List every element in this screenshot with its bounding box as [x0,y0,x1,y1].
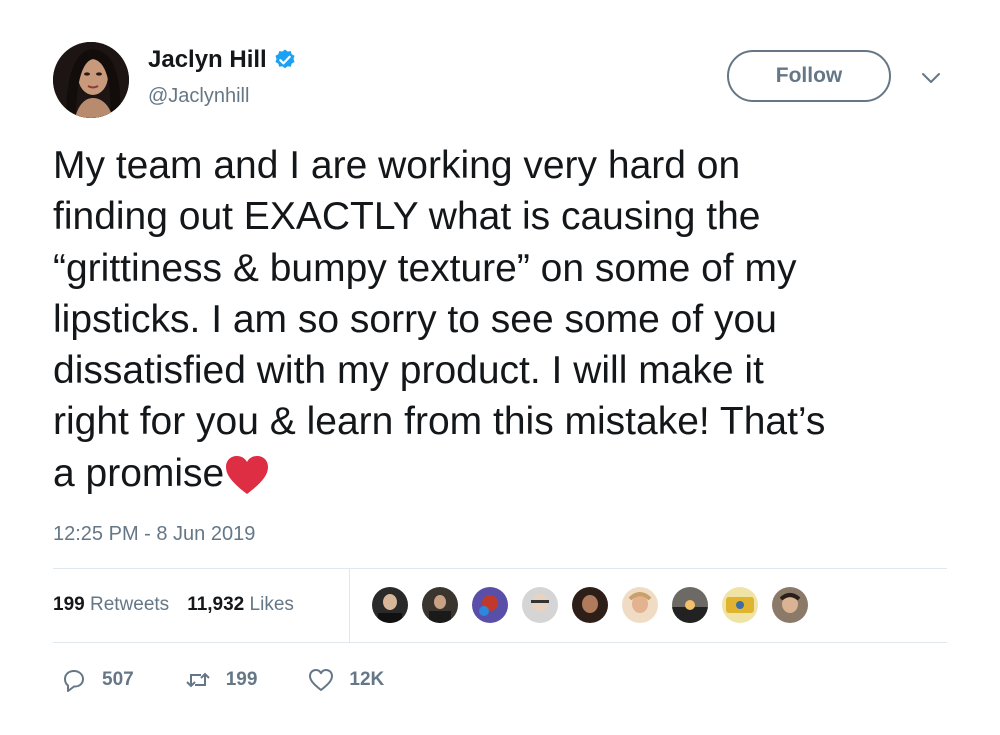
tweet-text-line: My team and I are working very hard on [53,144,741,187]
user-avatar[interactable] [53,42,129,118]
tweet-actions: 507 199 12K [60,666,434,694]
liker-avatar[interactable] [420,585,460,625]
tweet-text-line: “grittiness & bumpy texture” on some of … [53,246,797,290]
liker-avatar[interactable] [770,585,810,625]
liker-avatar[interactable] [670,585,710,625]
like-count: 12K [349,669,385,690]
liker-avatar[interactable] [620,585,660,625]
heart-icon [309,669,334,691]
reply-count: 507 [102,669,134,690]
user-handle[interactable]: @Jaclynhill [148,85,249,108]
liker-avatars [370,585,820,625]
vertical-divider [349,568,350,642]
tweet-text-fragment: a promise [53,451,225,495]
tweet-text-line-last: a promise [53,448,953,499]
retweet-count: 199 [225,669,258,690]
liker-avatar[interactable] [470,585,510,625]
likes-stat[interactable]: 11,932 Likes [187,594,294,616]
retweets-stat[interactable]: 199 Retweets [53,594,169,616]
retweet-button[interactable]: 199 [184,666,258,694]
tweet-card: Jaclyn Hill @Jaclynhill Follow My team a… [0,0,1000,735]
chevron-down-icon[interactable] [920,70,942,86]
red-heart-emoji-icon [226,455,269,494]
user-name-row: Jaclyn Hill [148,46,297,74]
liker-avatar[interactable] [570,585,610,625]
liker-avatar[interactable] [720,585,760,625]
liker-avatar[interactable] [520,585,560,625]
likes-count: 11,932 [187,594,245,615]
tweet-text-line: right for you & learn from this mistake!… [53,400,826,444]
tweet-text-line: finding out EXACTLY what is causing the [53,195,761,239]
divider [53,568,947,569]
tweet-text-line: dissatisfied with my product. I will mak… [53,349,764,393]
display-name[interactable]: Jaclyn Hill [148,46,267,74]
follow-button[interactable]: Follow [727,50,891,102]
reply-button[interactable]: 507 [60,666,134,694]
tweet-text: My team and I are working very hard on f… [53,140,953,499]
retweets-label: Retweets [89,594,170,615]
like-button[interactable]: 12K [307,666,384,694]
retweet-icon [185,672,210,688]
tweet-timestamp[interactable]: 12:25 PM - 8 Jun 2019 [53,523,255,546]
likes-label: Likes [249,594,294,615]
liker-avatar[interactable] [370,585,410,625]
tweet-stats: 199 Retweets 11,932 Likes [53,594,294,616]
tweet-text-line: lipsticks. I am so sorry to see some of … [53,297,777,341]
retweets-count: 199 [53,594,85,615]
reply-icon [64,670,84,692]
verified-badge-icon [275,49,295,69]
divider [53,642,947,643]
